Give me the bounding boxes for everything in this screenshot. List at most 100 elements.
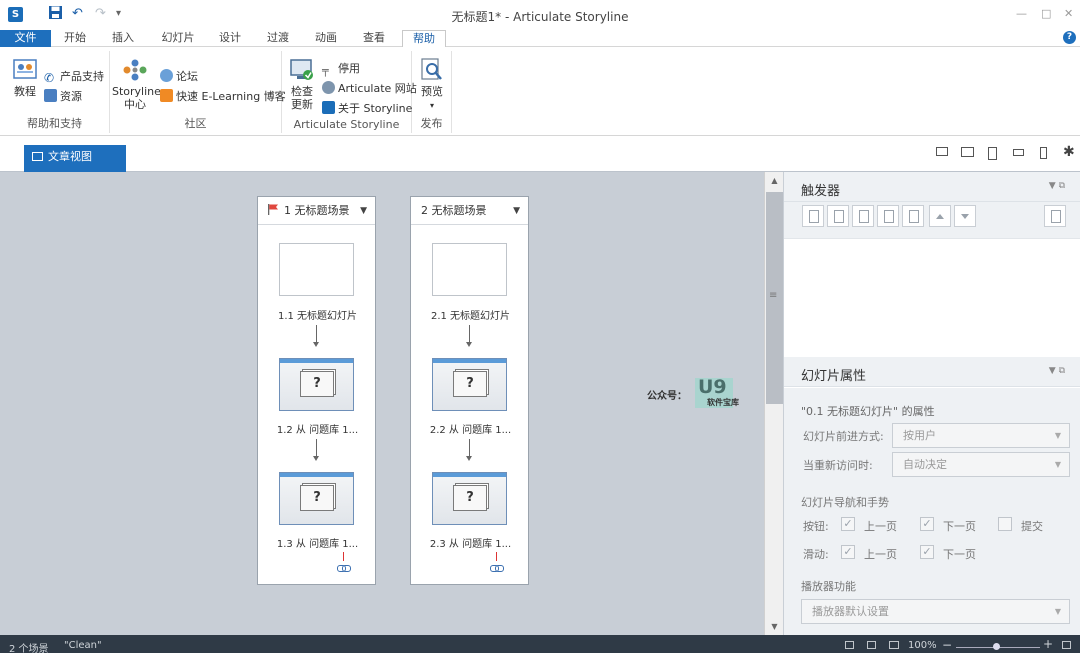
storyline-hub-button[interactable]: Storyline 中心: [112, 57, 161, 111]
scroll-down-arrow-icon[interactable]: ▼: [765, 622, 784, 631]
tab-design[interactable]: 设计: [211, 30, 249, 47]
normal-view-icon[interactable]: [845, 641, 854, 649]
player-features-dropdown[interactable]: 播放器默认设置 ▼: [801, 599, 1070, 624]
group-label: 发布: [420, 117, 443, 130]
articulate-website-button[interactable]: Articulate 网站: [322, 81, 417, 97]
maximize-icon[interactable]: □: [1041, 7, 1051, 20]
about-storyline-button[interactable]: 关于 Storyline: [322, 101, 412, 117]
tab-story-view[interactable]: 文章视图: [24, 145, 126, 172]
tab-animations[interactable]: 动画: [307, 30, 345, 47]
slide-label: 2.3 从 问题库 1...: [429, 539, 512, 550]
product-support-button[interactable]: ✆ 产品支持: [44, 69, 104, 85]
scene-card[interactable]: 1 无标题场景 ▼ 1.1 无标题幻灯片 ? 1.2 从 问题库 1... ? …: [257, 196, 376, 585]
swipe-next-checkbox[interactable]: ✓: [920, 545, 934, 559]
flow-arrow: [466, 325, 472, 347]
link-icon[interactable]: [337, 565, 351, 572]
move-down-icon[interactable]: [954, 205, 976, 227]
tablet-portrait-icon[interactable]: [988, 147, 997, 160]
resources-button[interactable]: 资源: [44, 89, 82, 105]
phone-portrait-icon[interactable]: [1040, 147, 1047, 159]
tablet-landscape-icon[interactable]: [961, 147, 974, 157]
new-trigger-icon[interactable]: [802, 205, 824, 227]
phone-landscape-icon[interactable]: [1013, 149, 1024, 156]
story-view-icon[interactable]: [867, 641, 876, 649]
group-label: Articulate Storyline: [293, 118, 400, 131]
group-label: 社区: [184, 117, 207, 130]
variables-icon[interactable]: [1044, 205, 1066, 227]
question-icon: ?: [300, 485, 334, 511]
revisit-dropdown[interactable]: 自动决定 ▼: [892, 452, 1070, 477]
edit-trigger-icon[interactable]: [827, 205, 849, 227]
scroll-up-arrow-icon[interactable]: ▲: [765, 176, 784, 185]
minimize-icon[interactable]: —: [1016, 7, 1027, 20]
tutorials-button[interactable]: 教程: [8, 57, 42, 98]
tab-slides[interactable]: 幻灯片: [152, 30, 204, 47]
prev-label: 上一页: [864, 520, 897, 533]
check-updates-button[interactable]: 检查 更新: [286, 57, 318, 111]
panel-options-icon[interactable]: ▼ ⧉: [1049, 366, 1065, 376]
close-icon[interactable]: ✕: [1064, 7, 1073, 20]
tab-help[interactable]: 帮助: [402, 30, 446, 48]
story-canvas[interactable]: 1 无标题场景 ▼ 1.1 无标题幻灯片 ? 1.2 从 问题库 1... ? …: [0, 172, 764, 635]
question-slide-thumbnail[interactable]: ?: [432, 358, 507, 411]
help-icon[interactable]: ?: [1063, 31, 1076, 44]
forums-button[interactable]: 论坛: [160, 69, 198, 85]
rss-icon: [160, 89, 173, 102]
slideshow-icon[interactable]: [889, 641, 899, 649]
swipe-prev-checkbox[interactable]: ✓: [841, 545, 855, 559]
question-slide-thumbnail[interactable]: ?: [279, 472, 354, 525]
submit-button-checkbox[interactable]: [998, 517, 1012, 531]
splitter-grip-icon[interactable]: ≡: [769, 290, 777, 301]
delete-trigger-icon[interactable]: [902, 205, 924, 227]
story-view-icon: [32, 152, 43, 161]
paste-trigger-icon[interactable]: [877, 205, 899, 227]
slide-label: 1.3 从 问题库 1...: [276, 539, 359, 550]
fit-window-icon[interactable]: [1062, 641, 1071, 649]
copy-trigger-icon[interactable]: [852, 205, 874, 227]
blog-button[interactable]: 快速 E-Learning 博客: [160, 89, 286, 105]
tab-home[interactable]: 开始: [56, 30, 94, 47]
preview-button[interactable]: 预览 ▾: [416, 57, 448, 112]
flow-arrow: [313, 439, 319, 461]
starting-scene-flag-icon: [268, 198, 278, 215]
advance-dropdown[interactable]: 按用户 ▼: [892, 423, 1070, 448]
zoom-in-icon[interactable]: +: [1043, 637, 1053, 651]
triggers-title: 触发器: [801, 184, 841, 199]
tab-file[interactable]: 文件: [0, 30, 51, 47]
slide-thumbnail[interactable]: [432, 243, 507, 296]
prev-button-checkbox[interactable]: ✓: [841, 517, 855, 531]
desktop-preview-icon[interactable]: [936, 147, 948, 156]
tab-transitions[interactable]: 过渡: [259, 30, 297, 47]
scene-menu-caret-icon[interactable]: ▼: [360, 197, 367, 225]
question-slide-thumbnail[interactable]: ?: [432, 472, 507, 525]
advance-label: 幻灯片前进方式:: [803, 430, 884, 443]
link-icon[interactable]: [490, 565, 504, 572]
branch-marker: [343, 552, 344, 561]
zoom-slider-knob[interactable]: [993, 643, 1000, 650]
question-slide-thumbnail[interactable]: ?: [279, 358, 354, 411]
group-help-support: 教程 ✆ 产品支持 资源 帮助和支持: [0, 51, 110, 133]
scene-header[interactable]: 2 无标题场景 ▼: [411, 197, 528, 225]
resources-icon: [44, 89, 57, 102]
move-up-icon[interactable]: [929, 205, 951, 227]
tab-view[interactable]: 查看: [355, 30, 393, 47]
scene-card[interactable]: 2 无标题场景 ▼ 2.1 无标题幻灯片 ? 2.2 从 问题库 1... ? …: [410, 196, 529, 585]
zoom-out-icon[interactable]: −: [942, 638, 952, 652]
player-heading: 播放器功能: [801, 580, 856, 593]
slide-thumbnail[interactable]: [279, 243, 354, 296]
scene-menu-caret-icon[interactable]: ▼: [513, 197, 520, 225]
flow-arrow: [313, 325, 319, 347]
group-label: 帮助和支持: [27, 117, 82, 130]
slide-label: 2.1 无标题幻灯片: [430, 311, 511, 322]
triggers-toolbar: [784, 202, 1080, 238]
group-articulate-storyline: 检查 更新 ╤ 停用 Articulate 网站 关于 Storyline Art…: [282, 51, 417, 133]
next-button-checkbox[interactable]: ✓: [920, 517, 934, 531]
question-icon: ?: [300, 371, 334, 397]
scene-header[interactable]: 1 无标题场景 ▼: [258, 197, 375, 225]
deactivate-button[interactable]: ╤ 停用: [322, 61, 360, 77]
canvas-scrollbar[interactable]: ▲ ▼: [764, 172, 783, 635]
panel-options-icon[interactable]: ▼ ⧉: [1049, 181, 1065, 191]
tab-insert[interactable]: 插入: [104, 30, 142, 47]
trigger-list[interactable]: [784, 238, 1080, 357]
gear-icon[interactable]: ✱: [1063, 144, 1075, 160]
